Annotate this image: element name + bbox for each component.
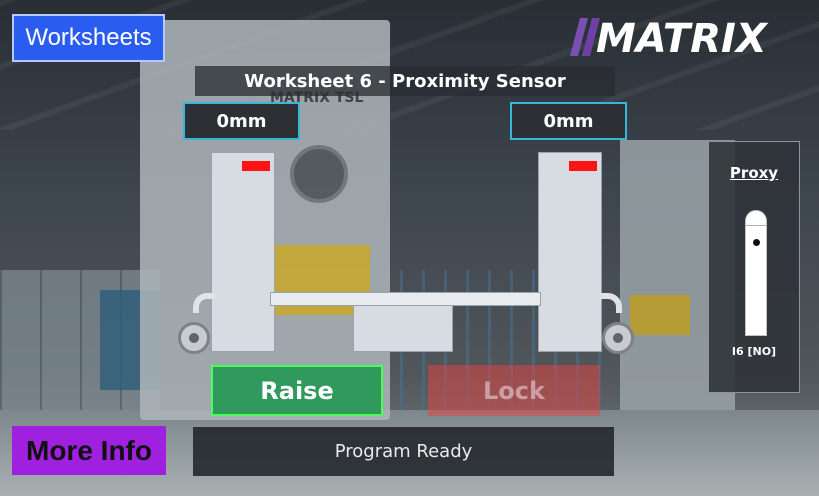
press-yellow-panel xyxy=(630,295,690,335)
right-indicator-light xyxy=(569,161,597,171)
right-fan-icon xyxy=(602,322,634,354)
left-fan-icon xyxy=(178,322,210,354)
matrix-logo: MATRIX xyxy=(570,16,769,60)
worksheets-button[interactable]: Worksheets xyxy=(12,14,165,62)
logo-text: MATRIX xyxy=(596,16,769,60)
sensor-indicator-dot xyxy=(753,239,760,246)
right-distance-readout: 0mm xyxy=(510,102,627,140)
left-bracket xyxy=(193,293,215,313)
press-block xyxy=(353,305,453,352)
status-bar: Program Ready xyxy=(193,427,614,476)
left-indicator-light xyxy=(242,161,270,171)
right-press-pillar xyxy=(538,152,602,352)
proxy-title: Proxy xyxy=(729,164,779,182)
left-distance-readout: 0mm xyxy=(183,102,300,140)
lock-button[interactable]: Lock xyxy=(428,365,600,416)
proxy-sensor-panel: Proxy I6 [NO] xyxy=(708,141,800,393)
page-title: Worksheet 6 - Proximity Sensor xyxy=(195,66,615,96)
sensor-input-label: I6 [NO] xyxy=(731,345,777,358)
raise-button[interactable]: Raise xyxy=(211,365,383,416)
press-beam xyxy=(270,292,541,306)
more-info-button[interactable]: More Info xyxy=(12,426,166,475)
proximity-sensor-icon xyxy=(745,210,767,336)
press-disc xyxy=(290,145,348,203)
left-press-pillar xyxy=(211,152,275,352)
